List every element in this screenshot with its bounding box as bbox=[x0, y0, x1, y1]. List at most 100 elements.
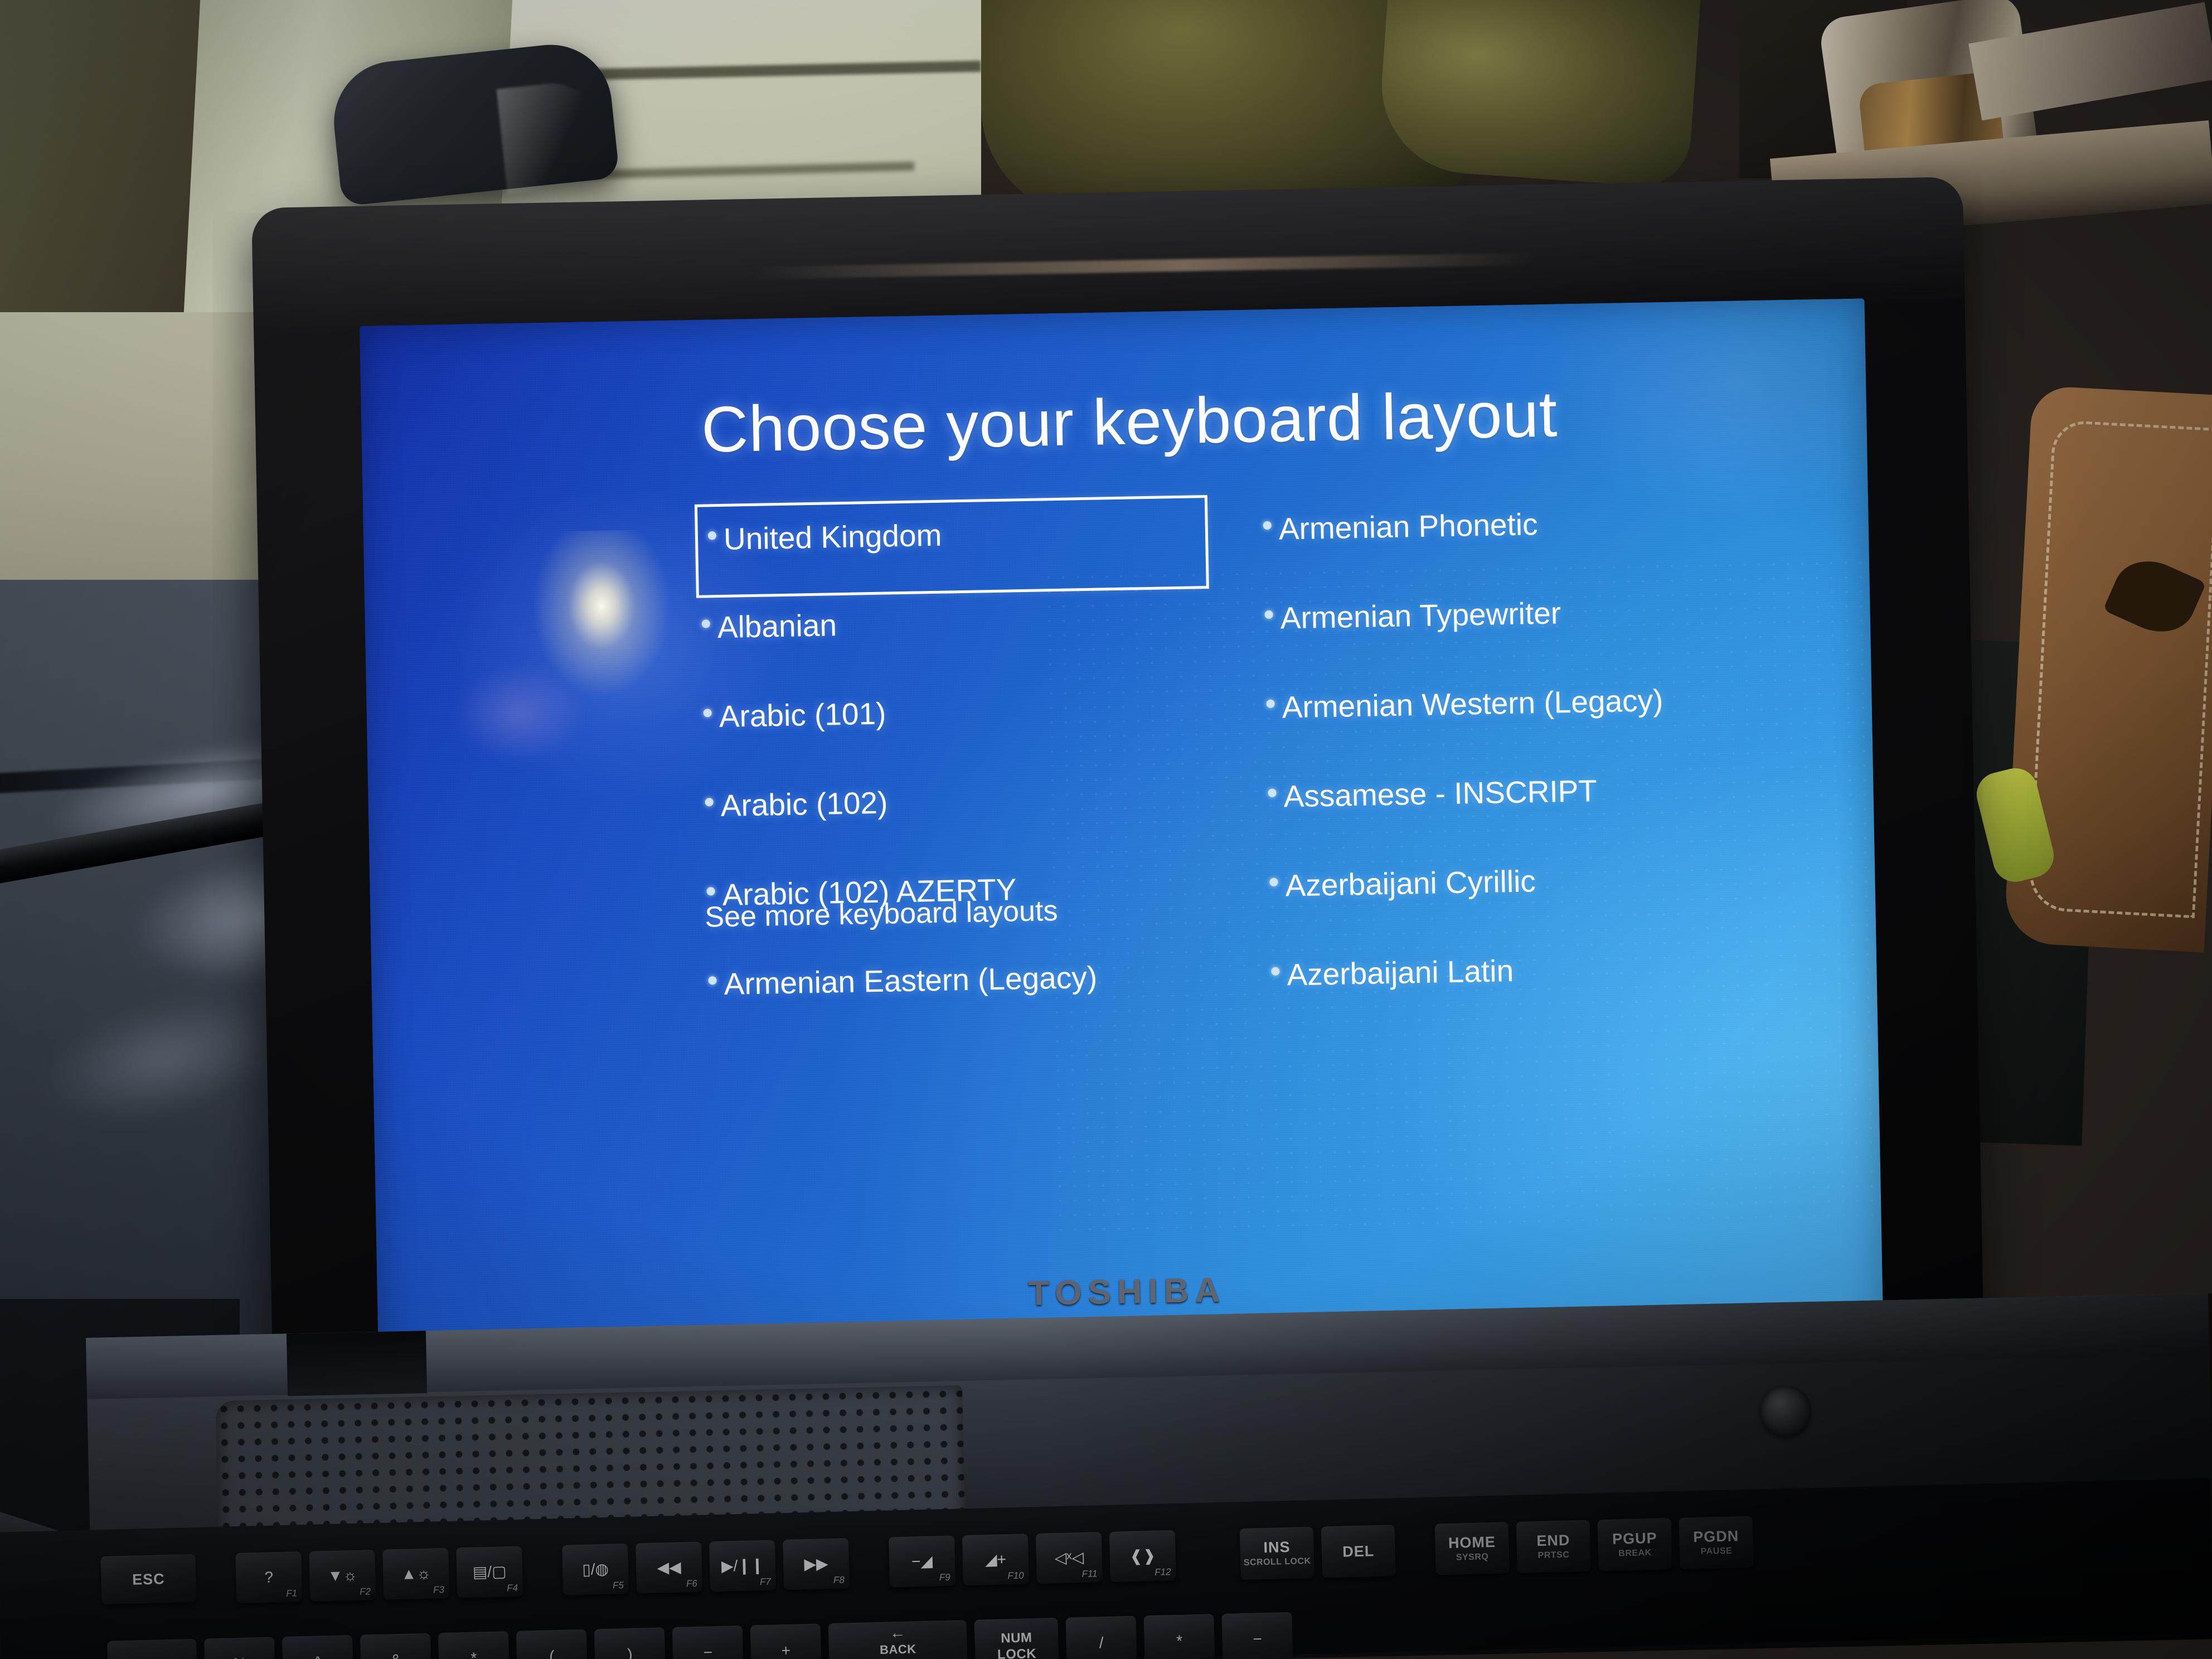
see-more-keyboard-layouts-link[interactable]: See more keyboard layouts bbox=[705, 894, 1058, 934]
delete-key[interactable]: DEL bbox=[1321, 1525, 1396, 1578]
bullet-icon bbox=[1264, 610, 1273, 619]
layout-option-arabic-102[interactable]: Arabic (102) bbox=[702, 764, 1211, 863]
plus-key[interactable]: + bbox=[750, 1623, 822, 1659]
key-glyph: − bbox=[1253, 1630, 1263, 1648]
layout-option-label: Albanian bbox=[717, 608, 837, 645]
backspace-key[interactable]: ← BACK SPACE bbox=[828, 1620, 968, 1659]
key-sublabel: LOCK bbox=[997, 1646, 1037, 1659]
olive-object-top-right bbox=[1376, 0, 1701, 190]
tab-key-partial[interactable] bbox=[107, 1638, 198, 1659]
end-key[interactable]: END PRTSC bbox=[1516, 1520, 1591, 1573]
key-spacer bbox=[1403, 1524, 1427, 1525]
key-glyph: ? bbox=[264, 1568, 274, 1586]
display-switch-key[interactable]: ▤/▢ F4 bbox=[456, 1546, 523, 1598]
key-sublabel: PAUSE bbox=[1700, 1546, 1733, 1556]
layout-option-label: Armenian Western (Legacy) bbox=[1282, 683, 1663, 725]
key-label: BACK bbox=[879, 1642, 916, 1657]
wireless-key[interactable]: ❰❱ F12 bbox=[1109, 1530, 1176, 1582]
key-glyph: % bbox=[232, 1655, 247, 1659]
key-glyph: ❰❱ bbox=[1129, 1546, 1156, 1565]
divide-key[interactable]: / bbox=[1065, 1616, 1137, 1659]
escape-key[interactable]: ESC bbox=[100, 1554, 197, 1605]
key-sublabel: SYSRQ bbox=[1456, 1552, 1489, 1563]
paren-close-key[interactable]: ) bbox=[594, 1627, 666, 1659]
key-glyph: + bbox=[781, 1641, 791, 1659]
multiply-key[interactable]: * bbox=[1143, 1614, 1215, 1659]
key-fn-label: F4 bbox=[506, 1582, 518, 1594]
key-label: NUM bbox=[1001, 1630, 1032, 1646]
bullet-icon bbox=[705, 798, 714, 807]
key-sublabel: SCROLL LOCK bbox=[1243, 1556, 1311, 1568]
key-glyph: − bbox=[703, 1643, 713, 1659]
laptop-screen: Choose your keyboard layout United Kingd… bbox=[359, 298, 1884, 1396]
key-glyph: ▶/❙❙ bbox=[721, 1556, 764, 1575]
asterisk-key[interactable]: * bbox=[438, 1631, 510, 1659]
key-spacer bbox=[530, 1545, 554, 1546]
bullet-icon bbox=[708, 976, 717, 985]
percent-key[interactable]: % bbox=[203, 1637, 276, 1659]
previous-track-key[interactable]: ◀◀ F6 bbox=[636, 1541, 703, 1594]
home-key[interactable]: HOME SYSRQ bbox=[1434, 1522, 1510, 1575]
play-pause-key[interactable]: ▶/❙❙ F7 bbox=[709, 1540, 777, 1592]
bullet-icon bbox=[1269, 877, 1278, 887]
layout-option-armenian-western-legacy[interactable]: Armenian Western (Legacy) bbox=[1264, 666, 1773, 764]
key-glyph: & bbox=[390, 1651, 401, 1659]
page-up-key[interactable]: PGUP BREAK bbox=[1597, 1518, 1672, 1571]
layout-option-label: Armenian Typewriter bbox=[1280, 595, 1561, 636]
windows-setup-screen: Choose your keyboard layout United Kingd… bbox=[360, 298, 1884, 1396]
key-fn-label: F8 bbox=[833, 1574, 845, 1585]
bullet-icon bbox=[701, 619, 710, 628]
minus-key[interactable]: − bbox=[672, 1625, 744, 1659]
caret-key[interactable]: ^ bbox=[282, 1635, 354, 1659]
num-lock-key[interactable]: NUM LOCK bbox=[974, 1618, 1059, 1659]
key-glyph: ▯/◍ bbox=[581, 1560, 609, 1578]
key-glyph: ◀◀ bbox=[657, 1558, 682, 1576]
layout-option-azerbaijani-cyrillic[interactable]: Azerbaijani Cyrillic bbox=[1267, 844, 1776, 943]
key-glyph: * bbox=[470, 1649, 477, 1659]
volume-down-key[interactable]: −◢ F9 bbox=[888, 1535, 956, 1588]
layout-option-label: Arabic (101) bbox=[719, 696, 886, 734]
layout-option-label: Azerbaijani Latin bbox=[1286, 953, 1514, 992]
layout-option-assamese-inscript[interactable]: Assamese - INSCRIPT bbox=[1265, 755, 1774, 853]
keyboard-layout-list: United Kingdom Albanian Arabic (101) Ara… bbox=[694, 487, 1822, 1042]
laptop-lid: Choose your keyboard layout United Kingd… bbox=[251, 177, 1984, 1398]
key-sublabel: PRTSC bbox=[1537, 1550, 1570, 1561]
layout-option-armenian-typewriter[interactable]: Armenian Typewriter bbox=[1262, 577, 1771, 676]
power-button[interactable] bbox=[1759, 1385, 1812, 1438]
layout-option-united-kingdom[interactable]: United Kingdom bbox=[694, 494, 1209, 599]
mute-key[interactable]: ◁ˣ◁ F11 bbox=[1035, 1532, 1103, 1584]
layout-option-arabic-101[interactable]: Arabic (101) bbox=[701, 675, 1210, 774]
key-glyph: * bbox=[1176, 1632, 1183, 1650]
key-glyph: −◢ bbox=[911, 1552, 933, 1570]
bullet-icon bbox=[703, 709, 712, 717]
layout-option-label: Arabic (102) bbox=[720, 785, 888, 823]
ampersand-key[interactable]: & bbox=[360, 1633, 432, 1659]
layout-option-albanian[interactable]: Albanian bbox=[699, 586, 1208, 685]
volume-up-key[interactable]: ◢+ F10 bbox=[962, 1534, 1030, 1586]
insert-key[interactable]: INS SCROLL LOCK bbox=[1239, 1526, 1314, 1580]
leather-pouch-stitching bbox=[2027, 419, 2212, 919]
key-fn-label: F10 bbox=[1007, 1570, 1024, 1582]
next-track-key[interactable]: ▶▶ F8 bbox=[782, 1538, 850, 1590]
bullet-icon bbox=[1271, 967, 1280, 976]
key-spacer bbox=[1183, 1529, 1232, 1530]
layout-option-azerbaijani-latin[interactable]: Azerbaijani Latin bbox=[1268, 933, 1777, 1032]
key-fn-label: F3 bbox=[433, 1584, 445, 1595]
layout-option-armenian-eastern-legacy[interactable]: Armenian Eastern (Legacy) bbox=[706, 943, 1215, 1041]
layout-option-armenian-phonetic[interactable]: Armenian Phonetic bbox=[1260, 488, 1769, 586]
touchpad-toggle-key[interactable]: ▯/◍ F5 bbox=[562, 1543, 629, 1595]
brightness-down-key[interactable]: ▼☼ F2 bbox=[309, 1550, 376, 1602]
key-label: DEL bbox=[1342, 1542, 1375, 1560]
key-label: PGDN bbox=[1692, 1527, 1739, 1546]
key-glyph: ◁ˣ◁ bbox=[1054, 1548, 1084, 1567]
key-fn-label: F12 bbox=[1154, 1566, 1171, 1578]
page-down-key[interactable]: PGDN PAUSE bbox=[1679, 1516, 1754, 1569]
help-key[interactable]: ? F1 bbox=[235, 1551, 303, 1604]
numpad-minus-key[interactable]: − bbox=[1221, 1612, 1293, 1659]
key-glyph: ▶▶ bbox=[804, 1555, 828, 1573]
key-glyph: / bbox=[1099, 1634, 1104, 1652]
bullet-icon bbox=[1266, 699, 1275, 709]
key-glyph: ▤/▢ bbox=[472, 1563, 507, 1581]
paren-open-key[interactable]: ( bbox=[516, 1629, 588, 1659]
brightness-up-key[interactable]: ▲☼ F3 bbox=[382, 1548, 450, 1600]
